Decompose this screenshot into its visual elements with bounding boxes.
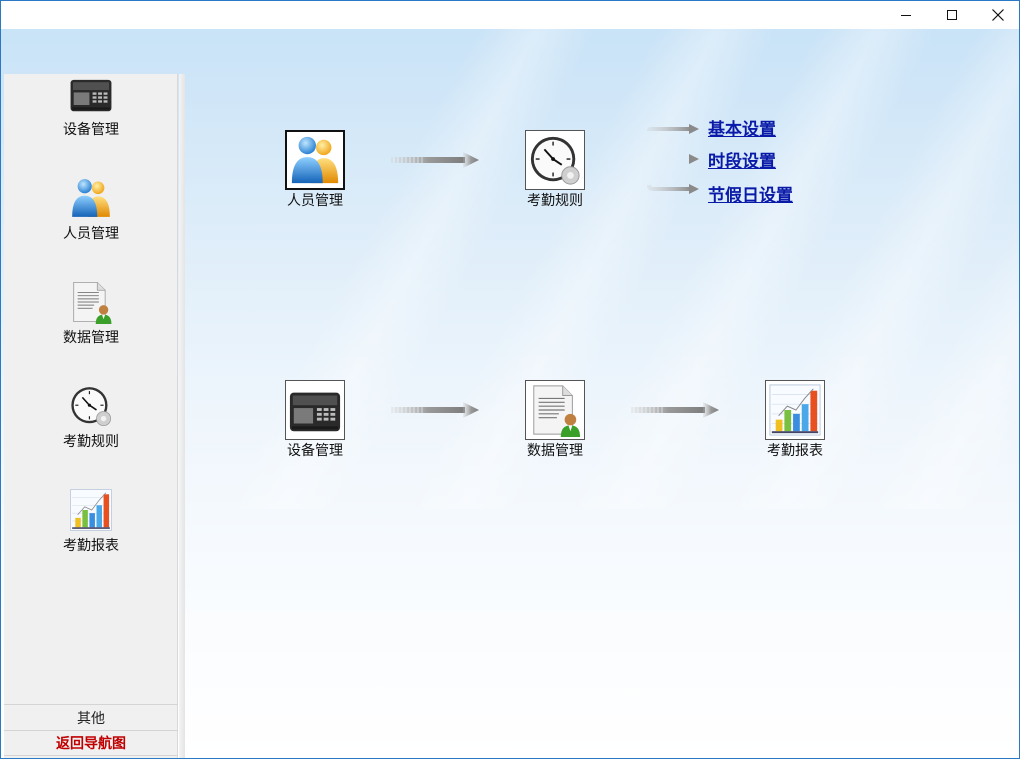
maximize-icon — [947, 10, 957, 20]
data-document-icon — [69, 280, 113, 324]
maximize-button[interactable] — [929, 1, 975, 29]
sidebar-item-report[interactable]: 考勤报表 — [4, 464, 178, 554]
sidebar: 设备管理 人员管理 数据管理 考勤规则 考勤报表 其他 返回导航图 — [4, 74, 178, 758]
flow-node-label: 人员管理 — [287, 193, 343, 209]
branch-arrows — [633, 124, 699, 194]
flow-node-rules[interactable]: 考勤规则 — [515, 130, 595, 210]
people-icon — [69, 176, 113, 220]
sidebar-item-label: 考勤报表 — [63, 538, 119, 554]
minimize-button[interactable] — [883, 1, 929, 29]
clock-icon — [69, 384, 113, 428]
flow-node-device[interactable]: 设备管理 — [275, 380, 355, 460]
people-icon — [288, 133, 342, 187]
sidebar-item-label: 数据管理 — [63, 330, 119, 346]
flow-node-label: 考勤报表 — [767, 443, 823, 459]
flow-node-label: 考勤规则 — [527, 193, 583, 209]
sidebar-item-device[interactable]: 设备管理 — [4, 48, 178, 138]
flow-node-box — [285, 130, 345, 190]
sidebar-item-label: 人员管理 — [63, 226, 119, 242]
bar-chart-icon — [768, 383, 822, 437]
bar-chart-icon — [69, 488, 113, 532]
sidebar-item-people[interactable]: 人员管理 — [4, 152, 178, 242]
back-to-navigation-button[interactable]: 返回导航图 — [4, 730, 178, 756]
title-bar — [1, 1, 1019, 29]
flow-node-box — [525, 380, 585, 440]
minimize-icon — [901, 14, 911, 16]
device-terminal-icon — [288, 383, 342, 437]
flow-node-report[interactable]: 考勤报表 — [755, 380, 835, 460]
basic-settings-link[interactable]: 基本设置 — [708, 115, 776, 140]
holiday-settings-link[interactable]: 节假日设置 — [708, 181, 793, 206]
sidebar-item-label: 考勤规则 — [63, 434, 119, 450]
close-icon — [992, 9, 1004, 21]
clock-icon — [528, 133, 582, 187]
sidebar-item-data[interactable]: 数据管理 — [4, 256, 178, 346]
flow-node-people[interactable]: 人员管理 — [275, 130, 355, 210]
sidebar-item-rules[interactable]: 考勤规则 — [4, 360, 178, 450]
sidebar-splitter[interactable] — [179, 74, 185, 758]
flow-arrow — [631, 402, 721, 418]
flow-node-label: 数据管理 — [527, 443, 583, 459]
sidebar-other-button[interactable]: 其他 — [4, 704, 178, 730]
flow-node-box — [525, 130, 585, 190]
time-period-settings-link[interactable]: 时段设置 — [708, 147, 776, 172]
flow-node-box — [765, 380, 825, 440]
flow-arrow — [391, 402, 481, 418]
flow-arrow — [391, 152, 481, 168]
flow-node-data[interactable]: 数据管理 — [515, 380, 595, 460]
device-terminal-icon — [69, 72, 113, 116]
data-document-icon — [528, 383, 582, 437]
flow-node-label: 设备管理 — [287, 443, 343, 459]
sidebar-item-label: 设备管理 — [63, 122, 119, 138]
flow-node-box — [285, 380, 345, 440]
close-button[interactable] — [975, 1, 1020, 29]
